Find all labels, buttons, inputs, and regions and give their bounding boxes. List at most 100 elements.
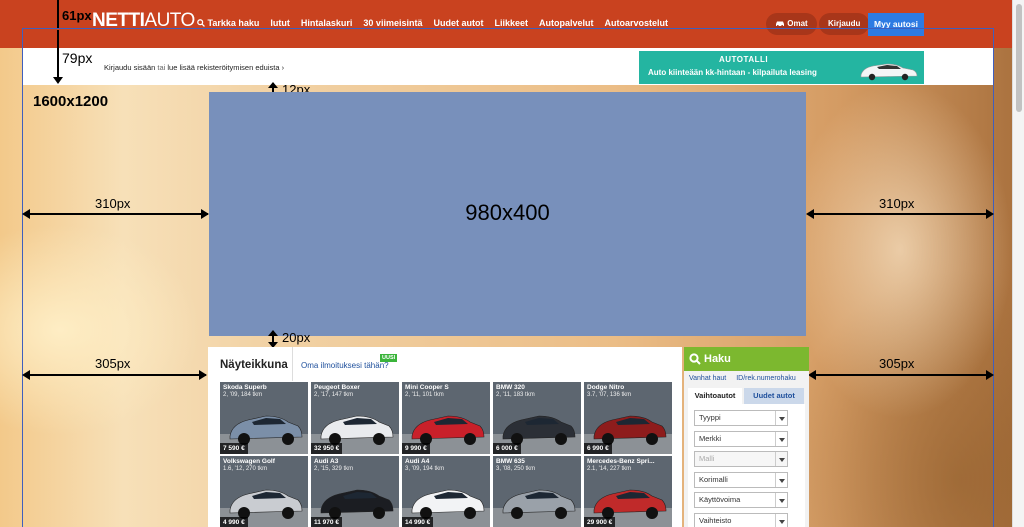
car-tile[interactable]: Peugeot Boxer 2, '17, 147 tkm 32 950 €: [311, 382, 399, 454]
car-price: 11 970 €: [311, 517, 342, 527]
nav-item-iutut[interactable]: Iutut: [270, 18, 290, 28]
scrollbar-thumb[interactable]: [1016, 4, 1022, 112]
nav-item-30-viimeisinta[interactable]: 30 viimeisintä: [363, 18, 422, 28]
own-listing-link[interactable]: Oma ilmoituksesi tähän?: [301, 361, 389, 370]
nav-item-autoarvostelut[interactable]: Autoarvostelut: [605, 18, 669, 28]
car-name: Dodge Nitro: [587, 384, 625, 391]
dimension-arrow-left-310: [24, 213, 208, 215]
search-icon: [197, 19, 205, 27]
filter-select-5[interactable]: Käyttövoima: [694, 492, 788, 508]
car-price: 14 990 €: [402, 517, 434, 527]
annotation-page-size: 1600x1200: [33, 93, 109, 110]
chevron-down-icon: [775, 431, 787, 446]
select-label: Vaihteisto: [699, 515, 732, 525]
nav-item-tarkka-haku[interactable]: Tarkka haku: [197, 18, 259, 28]
select-label: Merkki: [699, 433, 722, 443]
dimension-arrow-right-310: [808, 213, 992, 215]
nav-item-liikkeet[interactable]: Liikkeet: [494, 18, 528, 28]
car-name: Audi A3: [314, 458, 339, 465]
car-tile[interactable]: Audi A3 2, '15, 329 tkm 11 970 €: [311, 456, 399, 527]
arrowhead: [808, 370, 816, 380]
car-details: 3.7, '07, 136 tkm: [587, 392, 632, 398]
tab-new-cars[interactable]: Uudet autot: [744, 388, 804, 404]
arrowhead: [986, 370, 994, 380]
car-name: Skoda Superb: [223, 384, 267, 391]
filter-select-2[interactable]: Merkki: [694, 430, 788, 447]
filter-select-1[interactable]: Tyyppi: [694, 410, 788, 426]
filter-select-3: Malli: [694, 451, 788, 467]
banner-size-label: 980x400: [465, 200, 550, 225]
search-form: Tyyppi Merkki Malli Korimalli Käyttövoima Vai…: [688, 404, 805, 527]
dimension-arrow-right-305: [810, 374, 992, 376]
page-scrollbar[interactable]: [1012, 0, 1024, 527]
car-details: 3, '08, 250 tkm: [496, 466, 536, 472]
dimension-arrow-79: [57, 30, 59, 82]
annotation-left-310px: 310px: [95, 196, 131, 211]
search-links: Vanhat haut ID/rek.numerohaku: [689, 375, 804, 382]
car-name: BMW 320: [496, 384, 525, 391]
car-price: 9 990 €: [402, 443, 430, 454]
chevron-down-icon: [775, 472, 787, 487]
nav-item-uudet-autot[interactable]: Uudet autot: [433, 18, 483, 28]
car-tile[interactable]: Volkswagen Golf 1.6, '12, 270 tkm 4 990 €: [220, 456, 308, 527]
banner-placeholder: 980x400: [209, 92, 806, 336]
annotation-right-310px: 310px: [879, 196, 915, 211]
filter-select-6[interactable]: Vaihteisto: [694, 512, 788, 527]
chevron-down-icon: [775, 452, 787, 466]
nav-item-hintalaskuri[interactable]: Hintalaskuri: [301, 18, 353, 28]
filter-select-4[interactable]: Korimalli: [694, 471, 788, 488]
old-searches-link[interactable]: Vanhat haut: [689, 375, 726, 382]
car-tile[interactable]: BMW 635 3, '08, 250 tkm: [493, 456, 581, 527]
car-details: 3, '09, 194 tkm: [405, 466, 445, 472]
annotation-20px: 20px: [282, 330, 311, 345]
select-label: Käyttövoima: [699, 495, 741, 504]
arrowhead: [268, 82, 278, 88]
car-tile[interactable]: Mercedes-Benz Spri... 2.1, '14, 227 tkm 29…: [584, 456, 672, 527]
showroom-title: Näyteikkuna: [220, 359, 288, 371]
annotation-79px: 79px: [62, 50, 93, 66]
car-price: 7 590 €: [220, 443, 248, 454]
showroom-panel: Näyteikkuna Oma ilmoituksesi tähän? UUSI…: [208, 347, 682, 527]
car-details: 2, '17, 147 tkm: [314, 392, 354, 398]
arrowhead: [53, 77, 63, 84]
car-name: BMW 635: [496, 458, 525, 465]
car-details: 2, '15, 329 tkm: [314, 466, 354, 472]
car-price: 32 950 €: [311, 443, 343, 454]
car-tile[interactable]: Dodge Nitro 3.7, '07, 136 tkm 6 990 €: [584, 382, 672, 454]
search-icon: [689, 353, 701, 365]
car-name: Volkswagen Golf: [223, 458, 275, 465]
nav-item-autopalvelut[interactable]: Autopalvelut: [539, 18, 594, 28]
car-price: 6 000 €: [493, 443, 521, 454]
car-icon: [776, 21, 784, 27]
car-name: Audi A4: [405, 458, 430, 465]
annotation-left-305px: 305px: [95, 356, 131, 371]
car-details: 2, '11, 101 tkm: [405, 392, 444, 398]
main-nav: Tarkka haku Iutut Hintalaskuri 30 viimei…: [197, 18, 668, 28]
new-badge: UUSI: [380, 354, 398, 362]
select-label: Korimalli: [699, 474, 728, 484]
select-label: Tyyppi: [699, 413, 721, 422]
chevron-down-icon: [775, 513, 787, 527]
car-name: Peugeot Boxer: [314, 384, 360, 391]
annotation-right-305px: 305px: [879, 356, 915, 371]
car-tile[interactable]: Mini Cooper S 2, '11, 101 tkm 9 990 €: [402, 382, 490, 454]
car-price: 4 990 €: [220, 517, 248, 527]
car-price: 6 990 €: [584, 443, 612, 454]
chevron-down-icon: [775, 493, 787, 507]
chevron-down-icon: [775, 411, 787, 425]
arrowhead: [268, 330, 278, 336]
arrowhead: [22, 209, 30, 219]
arrowhead: [201, 209, 209, 219]
arrowhead: [806, 209, 814, 219]
id-plate-search-link[interactable]: ID/rek.numerohaku: [736, 375, 796, 382]
divider: [292, 347, 293, 381]
arrowhead: [22, 370, 30, 380]
search-panel: Haku Vanhat haut ID/rek.numerohaku Vaiht…: [684, 347, 809, 527]
tab-used-cars[interactable]: Vaihtoautot: [688, 388, 742, 404]
car-price: 29 900 €: [584, 517, 616, 527]
car-tile[interactable]: Skoda Superb 2, '09, 184 tkm 7 590 €: [220, 382, 308, 454]
dimension-arrow-61: [57, 0, 59, 28]
car-tile[interactable]: Audi A4 3, '09, 194 tkm 14 990 €: [402, 456, 490, 527]
car-details: 1.6, '12, 270 tkm: [223, 466, 268, 472]
car-tile[interactable]: BMW 320 2, '11, 183 tkm 6 000 €: [493, 382, 581, 454]
